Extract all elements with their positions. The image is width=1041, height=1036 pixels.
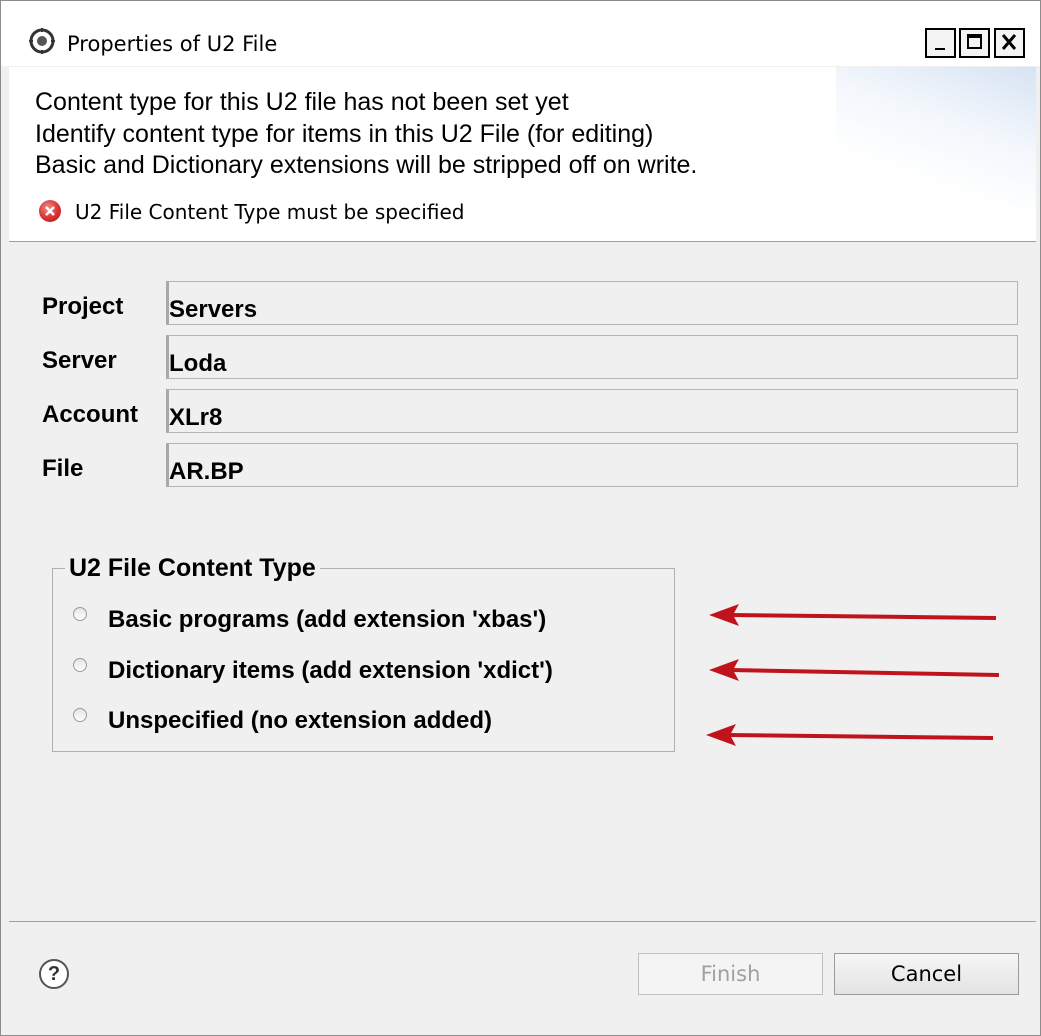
content-type-group-title: U2 File Content Type: [65, 554, 320, 583]
server-field: [166, 335, 1018, 379]
annotation-arrow-3: [706, 724, 994, 746]
message-line-1: Content type for this U2 file has not be…: [35, 88, 569, 116]
minimize-icon: [935, 48, 945, 50]
project-field: [166, 281, 1018, 325]
server-value: Loda: [169, 350, 227, 377]
minimize-button[interactable]: [925, 28, 956, 58]
message-line-3: Basic and Dictionary extensions will be …: [35, 151, 698, 179]
error-icon: [39, 200, 61, 222]
project-value: Servers: [169, 296, 258, 323]
annotation-arrow-1: [709, 604, 997, 626]
annotation-arrow-2: [709, 659, 1000, 681]
close-icon: [1001, 34, 1017, 50]
maximize-icon: [967, 34, 982, 49]
close-button[interactable]: [994, 28, 1025, 58]
banner-decoration: [836, 67, 1036, 207]
server-label: Server: [42, 347, 117, 374]
footer-separator: [9, 921, 1036, 922]
account-label: Account: [42, 401, 138, 428]
account-value: XLr8: [169, 404, 223, 431]
finish-button[interactable]: Finish: [638, 953, 823, 995]
radio-basic-programs[interactable]: [73, 607, 87, 621]
title-bar[interactable]: Properties of U2 File: [1, 1, 1040, 66]
file-field: [166, 443, 1018, 487]
radio-unspecified-label[interactable]: Unspecified (no extension added): [108, 707, 492, 735]
maximize-button[interactable]: [959, 28, 990, 58]
radio-unspecified[interactable]: [73, 708, 87, 722]
radio-basic-programs-label[interactable]: Basic programs (add extension 'xbas'): [108, 606, 546, 634]
project-label: Project: [42, 293, 124, 320]
window-title: Properties of U2 File: [67, 32, 278, 56]
message-line-2: Identify content type for items in this …: [35, 120, 654, 148]
file-value: AR.BP: [169, 458, 244, 485]
app-icon: [29, 28, 55, 54]
radio-dictionary-items[interactable]: [73, 658, 87, 672]
cancel-button[interactable]: Cancel: [834, 953, 1019, 995]
account-field: [166, 389, 1018, 433]
properties-dialog: Properties of U2 File Content type for t…: [0, 0, 1041, 1036]
file-label: File: [42, 455, 84, 482]
radio-dictionary-items-label[interactable]: Dictionary items (add extension 'xdict'): [108, 657, 553, 685]
message-banner: Content type for this U2 file has not be…: [9, 67, 1036, 242]
help-icon[interactable]: ?: [39, 959, 69, 989]
error-message: U2 File Content Type must be specified: [75, 200, 465, 224]
